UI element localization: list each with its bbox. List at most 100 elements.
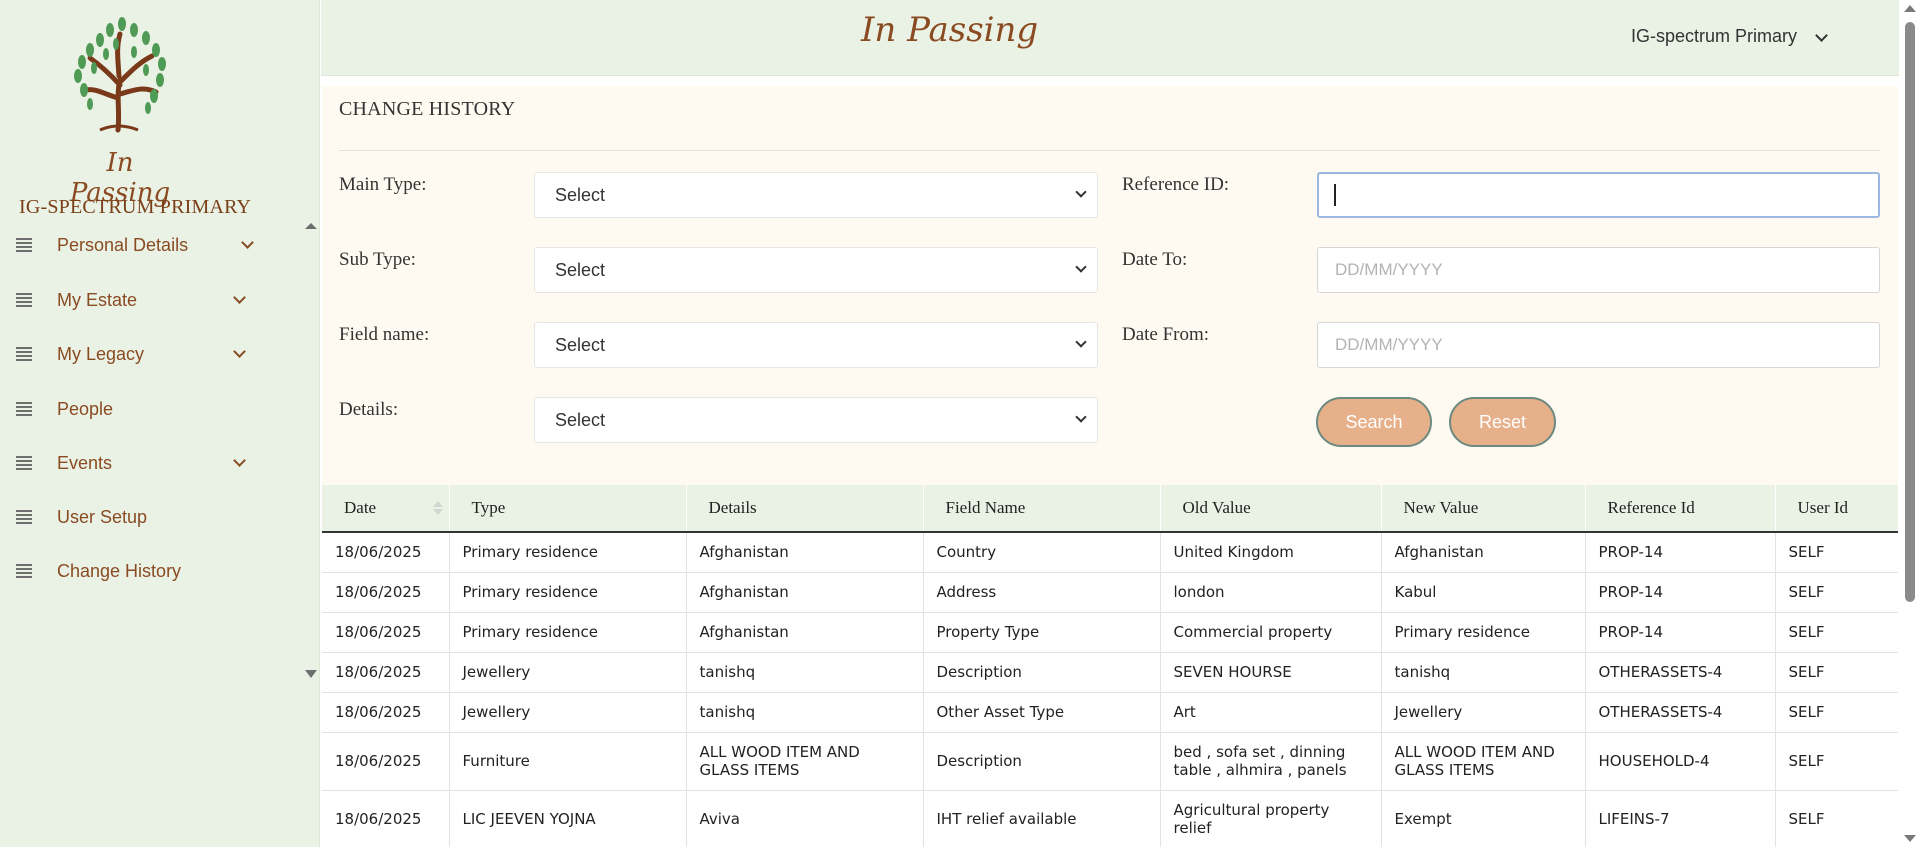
cell-field-name: Other Asset Type (923, 692, 1161, 733)
willow-tree-icon (74, 17, 166, 133)
date-to-label: Date To: (1122, 249, 1188, 270)
column-header-field-name[interactable]: Field Name (923, 485, 1161, 533)
date-to-input[interactable]: DD/MM/YYYY (1317, 247, 1880, 293)
hamburger-icon (16, 510, 32, 524)
column-header-user-id[interactable]: User Id (1775, 485, 1898, 533)
chevron-down-icon (1075, 336, 1087, 348)
sidebar-menu: Personal Details My Estate My Legacy Peo… (0, 220, 302, 600)
cell-user-id: SELF (1775, 692, 1898, 733)
details-select[interactable]: Select (534, 397, 1098, 443)
sidebar-item-personal-details[interactable]: Personal Details (0, 220, 302, 270)
scroll-up-arrow-icon[interactable] (305, 223, 317, 229)
column-header-new-value[interactable]: New Value (1381, 485, 1586, 533)
cell-type: Primary residence (449, 612, 687, 653)
hamburger-icon (16, 402, 32, 416)
sidebar-item-user-setup[interactable]: User Setup (0, 492, 302, 542)
reset-button[interactable]: Reset (1449, 397, 1556, 447)
header-brand-title: In Passing (861, 10, 1039, 50)
sidebar-scrollbar[interactable] (302, 220, 317, 678)
column-header-reference-id[interactable]: Reference Id (1585, 485, 1776, 533)
sidebar-item-my-legacy[interactable]: My Legacy (0, 329, 302, 379)
reference-id-input[interactable] (1317, 172, 1880, 218)
cell-old-value: bed , sofa set , dinning table , alhmira… (1160, 732, 1382, 791)
account-name: IG-SPECTRUM PRIMARY (19, 196, 252, 218)
search-button[interactable]: Search (1316, 397, 1432, 447)
sidebar-item-label: My Estate (57, 289, 138, 310)
cell-new-value: tanishq (1381, 652, 1586, 693)
chevron-down-icon (1075, 261, 1087, 273)
chevron-down-icon (241, 235, 254, 249)
sidebar-item-label: Change History (57, 560, 182, 581)
cell-field-name: IHT relief available (923, 790, 1161, 847)
cell-field-name: Description (923, 652, 1161, 693)
cell-old-value: Commercial property (1160, 612, 1382, 653)
main-type-select[interactable]: Select (534, 172, 1098, 218)
logo[interactable]: In Passing (60, 10, 180, 208)
hamburger-icon (16, 238, 32, 252)
cell-field-name: Property Type (923, 612, 1161, 653)
table-row: 18/06/2025 Primary residence Afghanistan… (322, 532, 1898, 573)
chevron-down-icon[interactable] (1815, 29, 1828, 42)
cell-field-name: Description (923, 732, 1161, 791)
cell-date: 18/06/2025 (322, 732, 450, 791)
main-type-value: Select (555, 184, 606, 205)
column-header-date[interactable]: Date (322, 485, 450, 533)
sort-icon[interactable] (432, 501, 443, 515)
cell-reference-id: HOUSEHOLD-4 (1585, 732, 1776, 791)
sidebar-item-people[interactable]: People (0, 384, 302, 434)
hamburger-icon (16, 293, 32, 307)
details-label: Details: (339, 399, 399, 420)
cell-new-value: ALL WOOD ITEM AND GLASS ITEMS (1381, 732, 1586, 791)
sidebar-item-events[interactable]: Events (0, 438, 302, 488)
cell-user-id: SELF (1775, 652, 1898, 693)
column-header-old-value[interactable]: Old Value (1160, 485, 1382, 533)
cell-details: Afghanistan (686, 612, 924, 653)
cell-type: Furniture (449, 732, 687, 791)
cell-old-value: United Kingdom (1160, 532, 1382, 573)
scroll-down-arrow-icon[interactable] (1904, 835, 1916, 842)
cell-user-id: SELF (1775, 732, 1898, 791)
column-header-details[interactable]: Details (686, 485, 924, 533)
sidebar-item-my-estate[interactable]: My Estate (0, 275, 302, 325)
cell-new-value: Jewellery (1381, 692, 1586, 733)
scroll-up-arrow-icon[interactable] (1904, 5, 1916, 12)
details-value: Select (555, 409, 606, 430)
column-header-type[interactable]: Type (449, 485, 687, 533)
cell-date: 18/06/2025 (322, 572, 450, 613)
scroll-down-arrow-icon[interactable] (305, 670, 317, 678)
cell-old-value: Agricultural property relief (1160, 790, 1382, 847)
table-row: 18/06/2025 Primary residence Afghanistan… (322, 572, 1898, 613)
cell-details: Afghanistan (686, 572, 924, 613)
sub-type-value: Select (555, 259, 606, 280)
cell-date: 18/06/2025 (322, 652, 450, 693)
cell-new-value: Kabul (1381, 572, 1586, 613)
cell-type: Jewellery (449, 692, 687, 733)
cell-reference-id: PROP-14 (1585, 612, 1776, 653)
sidebar-item-change-history[interactable]: Change History (0, 546, 302, 596)
sidebar-item-label: Personal Details (57, 234, 189, 255)
cell-date: 18/06/2025 (322, 612, 450, 653)
page-scrollbar[interactable] (1899, 0, 1920, 847)
cell-type: Primary residence (449, 572, 687, 613)
chevron-down-icon (233, 453, 246, 467)
cell-user-id: SELF (1775, 790, 1898, 847)
field-name-select[interactable]: Select (534, 322, 1098, 368)
date-from-input[interactable]: DD/MM/YYYY (1317, 322, 1880, 368)
cell-reference-id: PROP-14 (1585, 572, 1776, 613)
table-row: 18/06/2025 Jewellery tanishq Description… (322, 652, 1898, 693)
cell-old-value: Art (1160, 692, 1382, 733)
sub-type-select[interactable]: Select (534, 247, 1098, 293)
hamburger-icon (16, 564, 32, 578)
chevron-down-icon (1075, 411, 1087, 423)
cell-user-id: SELF (1775, 612, 1898, 653)
table-row: 18/06/2025 Furniture ALL WOOD ITEM AND G… (322, 732, 1898, 791)
field-name-value: Select (555, 334, 606, 355)
cell-date: 18/06/2025 (322, 692, 450, 733)
change-history-table: Date Type Details Field Name Old Value N… (322, 485, 1898, 847)
cell-new-value: Exempt (1381, 790, 1586, 847)
cell-details: tanishq (686, 652, 924, 693)
hamburger-icon (16, 347, 32, 361)
divider (339, 150, 1880, 151)
scrollbar-thumb[interactable] (1905, 22, 1915, 602)
user-menu[interactable]: IG-spectrum Primary (1631, 26, 1797, 47)
